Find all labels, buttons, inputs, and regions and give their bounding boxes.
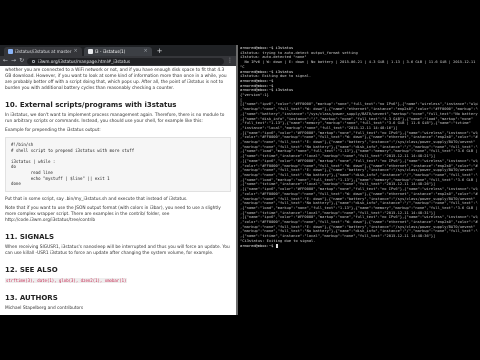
reload-icon[interactable]: ↻: [19, 56, 24, 66]
terminal-line: ,{"name":"load","markup":"none","full_te…: [240, 205, 478, 210]
terminal-line: No IPv6 | W: down | E: down | No battery…: [240, 60, 478, 65]
section-11-paragraph: When receiving SIGUSR1, i3status's nanos…: [5, 244, 230, 256]
tab-i3status-repo[interactable]: i3status/i3status at master ×: [4, 47, 82, 56]
tab-label: i3status/i3status at master: [15, 49, 72, 54]
i3-favicon-icon: [87, 49, 93, 54]
terminal-line: ,[{"name":"ipv6","color":"#FF0000","mark…: [240, 158, 478, 163]
menu-icon[interactable]: ⋮: [227, 56, 233, 66]
terminal-line: armored@mbox:~$: [240, 243, 278, 248]
section-10-paragraph-2: Example for prepending the i3status outp…: [5, 128, 101, 133]
section-11-heading: 11. SIGNALS: [5, 232, 55, 241]
tab-bar: i3status/i3status at master × I3 - i3sta…: [0, 45, 236, 56]
section-10-heading: 10. External scripts/programs with i3sta…: [5, 101, 177, 109]
section-10-paragraph-3: Put that in some script, say .bin/my_i3s…: [5, 196, 188, 202]
terminal-line: ,"color":"#FF0000","markup":"none","full…: [240, 191, 478, 196]
address-bar-url: i3wm.org/i3status/manpage.html#_i3status: [38, 58, 131, 64]
section-10-paragraph-1: In i3status, we don't want to implement …: [5, 113, 225, 124]
terminal-line: ,"markup":"none","full_text":"No battery…: [240, 172, 478, 177]
lock-icon: [32, 59, 36, 63]
section-13-heading: 13. AUTHORS: [5, 293, 58, 302]
terminal-cursor: [275, 243, 278, 248]
terminal-line: ,{"name":"battery","instance":"/sys/clas…: [240, 111, 478, 116]
address-bar[interactable]: i3wm.org/i3status/manpage.html#_i3status: [27, 57, 224, 65]
close-tab-icon[interactable]: ×: [73, 47, 77, 56]
section-10-paragraph-4: Note that if you want to use the JSON ou…: [5, 205, 221, 223]
desktop-screen: i3status/i3status at master × I3 - i3sta…: [0, 45, 480, 315]
shell-script-code-block: #!/bin/sh # shell script to prepend i3st…: [5, 137, 231, 192]
new-tab-button[interactable]: +: [154, 47, 166, 56]
see-also-links[interactable]: strftime(3), date(1), glob(3), dzen2(1),…: [5, 277, 231, 285]
section-12-heading: 12. SEE ALSO: [5, 265, 58, 274]
intro-paragraph: whether you are connected to a WiFi netw…: [5, 68, 227, 91]
browser-toolbar: ← → ↻ i3wm.org/i3status/manpage.html#_i3…: [0, 56, 236, 66]
video-frame: i3status/i3status at master × I3 - i3sta…: [0, 0, 480, 360]
github-favicon-icon: [8, 49, 13, 54]
back-arrow-icon[interactable]: ←: [3, 56, 8, 66]
tab-i3status-manpage[interactable]: I3 - i3status(1) ×: [83, 47, 152, 56]
terminal-output: armored@mbox:~$ i3status i3status: trying…: [238, 45, 480, 249]
section-13-paragraph: Michael Stapelberg and contributors: [5, 305, 84, 311]
close-tab-icon[interactable]: ×: [143, 47, 147, 56]
manpage-content: whether you are connected to a WiFi netw…: [0, 66, 236, 315]
see-also-code[interactable]: strftime(3), date(1), glob(3), dzen2(1),…: [5, 277, 128, 283]
tab-label: I3 - i3status(1): [94, 49, 126, 54]
browser-window: i3status/i3status at master × I3 - i3sta…: [0, 45, 236, 315]
terminal-window[interactable]: armored@mbox:~$ i3status i3status: trying…: [238, 45, 480, 315]
forward-arrow-icon[interactable]: →: [11, 56, 16, 66]
